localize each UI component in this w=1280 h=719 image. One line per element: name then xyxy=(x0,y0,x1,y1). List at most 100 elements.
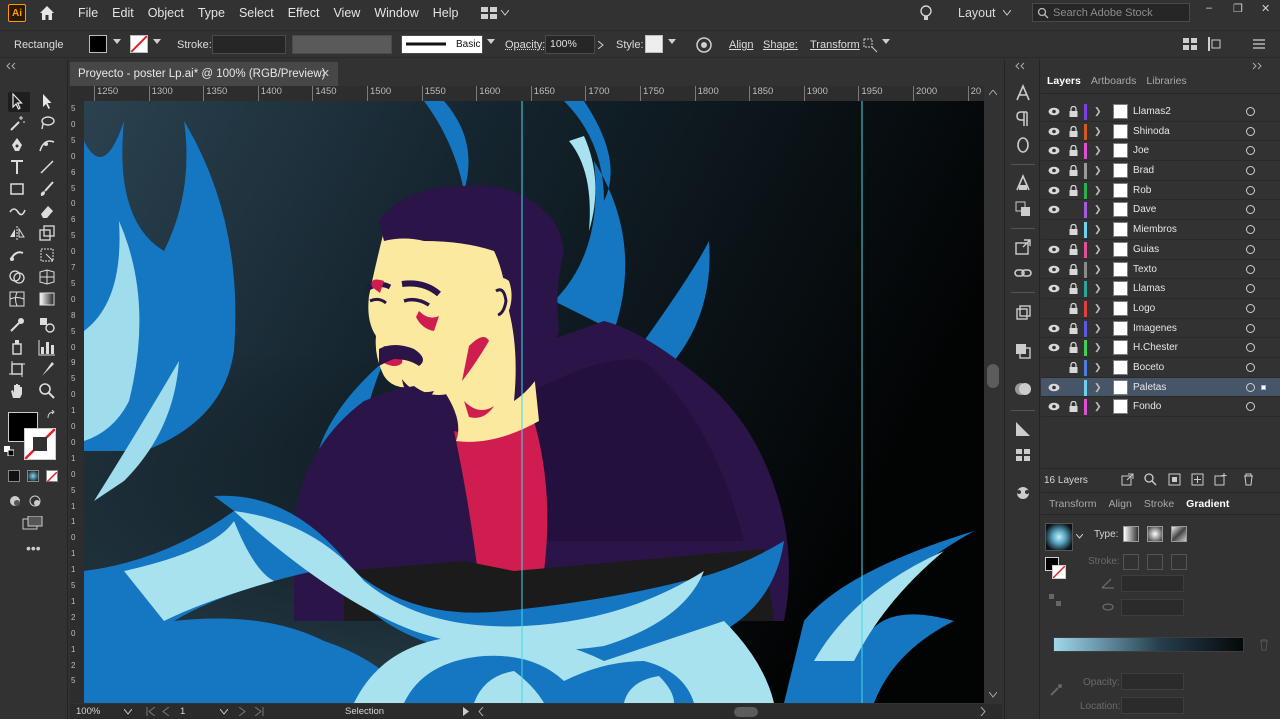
workspace-switcher[interactable]: Layout xyxy=(958,6,996,20)
layer-row[interactable]: ❯ Shinoda xyxy=(1041,122,1280,142)
stroke-color-swatch[interactable] xyxy=(24,428,56,460)
fill-swatch[interactable] xyxy=(89,35,107,53)
layer-row[interactable]: ❯ Dave xyxy=(1041,200,1280,221)
lock-toggle[interactable] xyxy=(1069,204,1078,215)
expand-chevron-icon[interactable]: ❯ xyxy=(1094,342,1102,353)
target-icon[interactable] xyxy=(1246,107,1255,116)
layer-row[interactable]: ❯ H.Chester xyxy=(1041,338,1280,358)
tab-stroke[interactable]: Stroke xyxy=(1138,498,1180,510)
layer-name[interactable]: Llamas xyxy=(1133,283,1165,294)
clipping-mask-icon[interactable] xyxy=(1168,473,1181,486)
target-icon[interactable] xyxy=(1246,343,1255,353)
layer-name[interactable]: Logo xyxy=(1133,303,1155,314)
target-icon[interactable] xyxy=(1246,382,1255,392)
layer-row[interactable]: ❯ Boceto xyxy=(1041,358,1280,378)
expand-chevron-icon[interactable]: ❯ xyxy=(1094,224,1102,235)
libraries-panel-icon[interactable] xyxy=(1014,342,1032,360)
target-icon[interactable] xyxy=(1246,146,1255,156)
chevron-down-icon[interactable] xyxy=(220,709,228,715)
target-icon[interactable] xyxy=(1246,166,1255,176)
menu-help[interactable]: Help xyxy=(433,6,459,20)
transparency-panel-icon[interactable] xyxy=(1014,200,1032,218)
layer-name[interactable]: Guias xyxy=(1133,244,1159,255)
lock-icon[interactable] xyxy=(1069,106,1078,117)
expand-chevron-icon[interactable]: ❯ xyxy=(1094,244,1102,255)
artboard-tool[interactable] xyxy=(8,360,30,380)
opacity-label[interactable]: Opacity: xyxy=(505,39,545,51)
menu-object[interactable]: Object xyxy=(148,6,184,20)
restore-button[interactable]: ❐ xyxy=(1233,2,1243,15)
layer-name[interactable]: Shinoda xyxy=(1133,126,1170,137)
stroke-across-button[interactable] xyxy=(1171,554,1187,570)
layer-row[interactable]: ❯ Paletas xyxy=(1041,377,1280,398)
lock-icon[interactable] xyxy=(1069,184,1078,196)
default-colors-icon[interactable] xyxy=(4,446,14,456)
shape-link[interactable]: Shape: xyxy=(763,39,798,51)
artboards-panel-icon[interactable] xyxy=(1014,304,1032,322)
collapse-icon[interactable] xyxy=(1252,62,1268,70)
layer-name[interactable]: Fondo xyxy=(1133,401,1161,412)
lock-icon[interactable] xyxy=(1069,302,1078,314)
visibility-eye-icon[interactable] xyxy=(1048,186,1060,195)
chevron-right-icon[interactable] xyxy=(598,41,604,49)
rotate-tool[interactable] xyxy=(8,224,30,244)
layer-row[interactable]: ❯ Logo xyxy=(1041,299,1280,319)
target-icon[interactable] xyxy=(1246,402,1255,412)
target-icon[interactable] xyxy=(1246,225,1255,235)
expand-chevron-icon[interactable]: ❯ xyxy=(1094,362,1102,373)
scroll-up-icon[interactable] xyxy=(989,90,997,96)
visibility-eye-icon[interactable] xyxy=(1048,284,1060,293)
home-icon[interactable] xyxy=(38,4,56,22)
eraser-tool[interactable] xyxy=(38,202,60,222)
stroke-swatch[interactable] xyxy=(130,35,148,53)
layer-row[interactable]: ❯ Llamas2 xyxy=(1041,102,1280,122)
rectangle-tool[interactable] xyxy=(8,180,30,200)
gradient-location-input[interactable] xyxy=(1121,697,1184,714)
freeform-gradient-button[interactable] xyxy=(1171,526,1187,542)
last-artboard-icon[interactable] xyxy=(254,707,264,716)
selection-tool[interactable] xyxy=(8,92,30,112)
graphic-styles-icon[interactable] xyxy=(1014,420,1032,438)
direct-selection-tool[interactable] xyxy=(38,92,60,112)
blend-tool[interactable] xyxy=(38,316,60,336)
locate-object-icon[interactable] xyxy=(1144,473,1157,486)
menu-view[interactable]: View xyxy=(333,6,360,20)
menu-window[interactable]: Window xyxy=(374,6,418,20)
scroll-down-icon[interactable] xyxy=(989,692,997,698)
visibility-eye-icon[interactable] xyxy=(1048,205,1060,214)
type-tool[interactable] xyxy=(8,158,30,178)
new-layer-icon[interactable] xyxy=(1214,473,1227,486)
link-chain-icon[interactable] xyxy=(1014,264,1032,282)
brush-definition-select[interactable]: Basic xyxy=(401,35,483,54)
mesh-tool[interactable] xyxy=(8,290,30,310)
tab-gradient[interactable]: Gradient xyxy=(1180,498,1235,510)
horizontal-scroll-thumb[interactable] xyxy=(734,707,758,717)
chevron-down-icon[interactable] xyxy=(487,39,495,44)
tab-transform[interactable]: Transform xyxy=(1043,498,1102,510)
tab-artboards[interactable]: Artboards xyxy=(1087,75,1143,93)
visibility-eye-icon[interactable] xyxy=(1048,265,1060,274)
scroll-left-icon[interactable] xyxy=(478,707,484,716)
tab-libraries[interactable]: Libraries xyxy=(1142,75,1192,93)
swatches-panel-icon[interactable] xyxy=(1014,446,1032,464)
delete-stop-icon[interactable] xyxy=(1259,639,1269,651)
tab-layers[interactable]: Layers xyxy=(1043,75,1087,93)
ruler-corner[interactable] xyxy=(70,86,84,101)
gradient-aspect-input[interactable] xyxy=(1121,599,1184,616)
pen-tool[interactable] xyxy=(8,136,30,156)
stroke-weight-input[interactable] xyxy=(212,35,286,54)
line-segment-tool[interactable] xyxy=(38,158,60,178)
expand-chevron-icon[interactable]: ❯ xyxy=(1094,401,1102,412)
stroke-along-button[interactable] xyxy=(1147,554,1163,570)
lock-icon[interactable] xyxy=(1069,283,1078,295)
gradient-eyedropper-icon[interactable] xyxy=(1049,683,1063,697)
expand-chevron-icon[interactable]: ❯ xyxy=(1094,303,1102,314)
lock-icon[interactable] xyxy=(1069,361,1078,373)
scale-tool[interactable] xyxy=(38,224,60,244)
lock-icon[interactable] xyxy=(1069,322,1078,334)
lasso-tool[interactable] xyxy=(38,114,60,134)
curvature-tool[interactable] xyxy=(38,136,60,156)
expand-chevron-icon[interactable]: ❯ xyxy=(1094,126,1102,137)
links-panel-icon[interactable] xyxy=(1014,238,1032,256)
chevron-down-icon[interactable] xyxy=(113,39,121,44)
